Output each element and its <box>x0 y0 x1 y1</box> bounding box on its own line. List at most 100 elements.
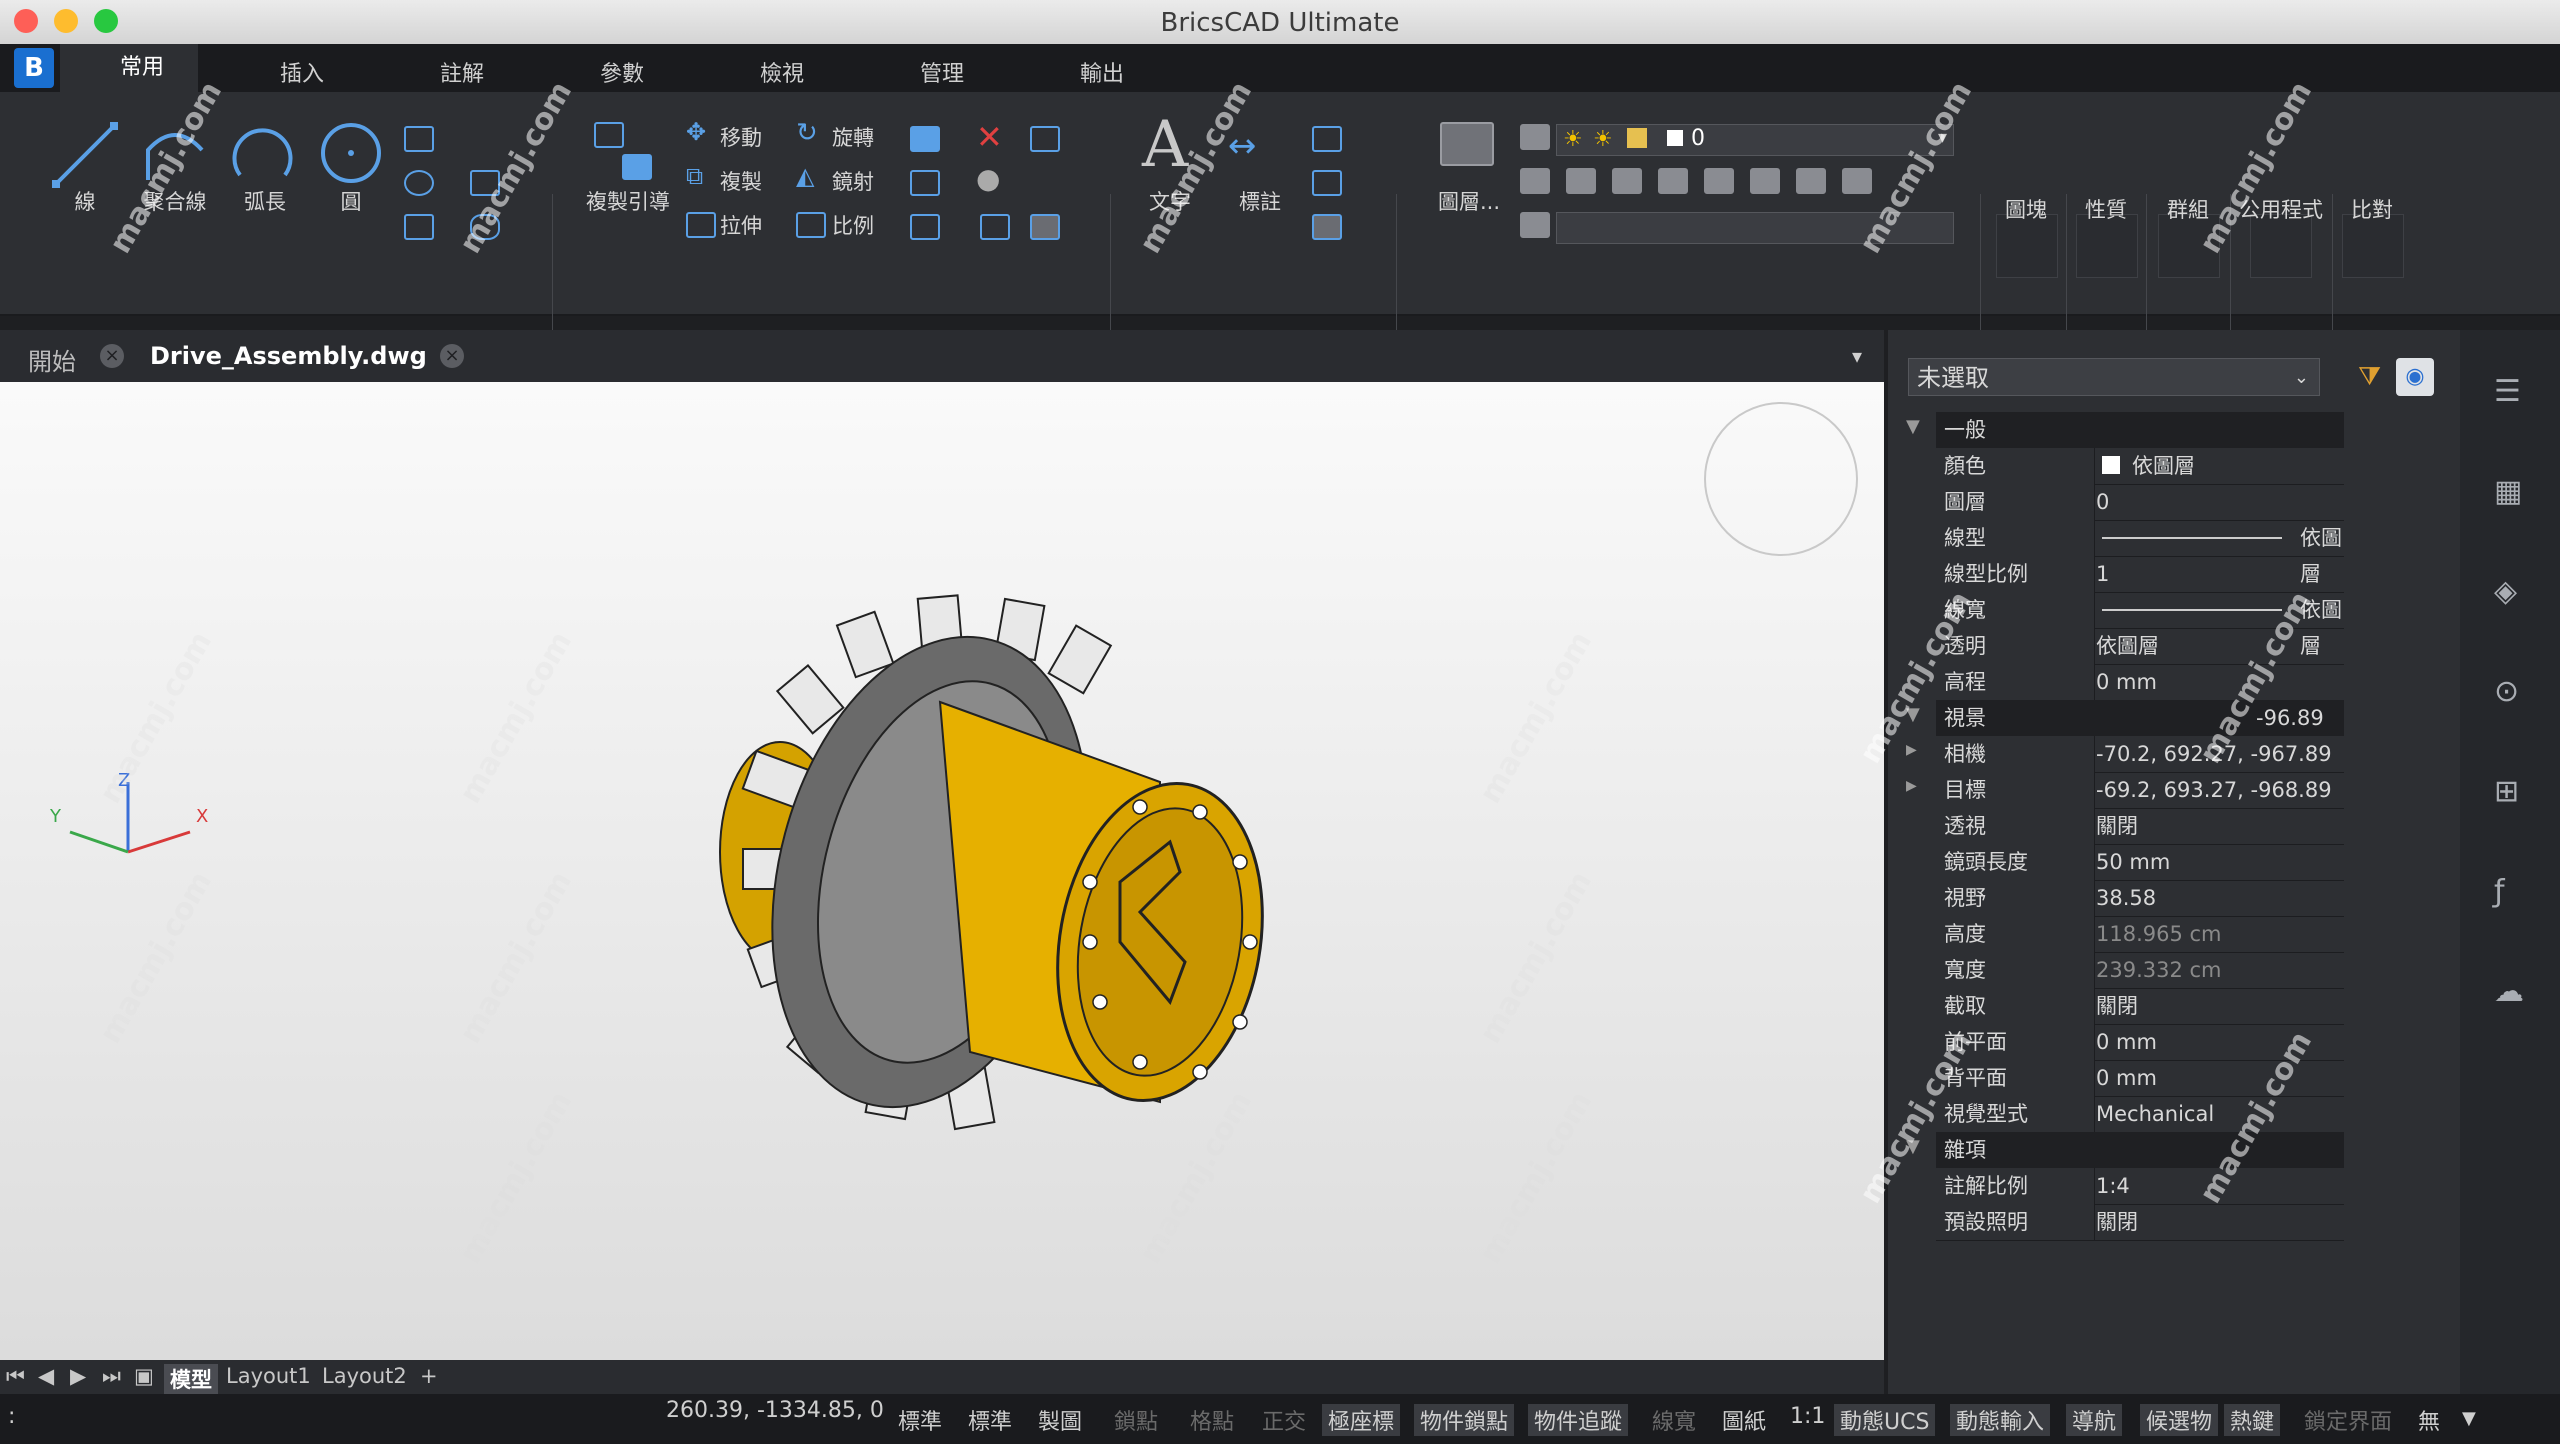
category-general[interactable]: 一般 <box>1936 412 2344 448</box>
layer-tool-icon[interactable] <box>1704 168 1734 194</box>
block-panel-button[interactable]: 圖塊 <box>1996 194 2056 224</box>
prop-row-field-of-view[interactable]: 視野 38.58 <box>1936 880 2344 917</box>
navigation-wheel[interactable] <box>1704 402 1858 556</box>
next-layout-icon[interactable]: ▶ <box>70 1364 86 1388</box>
cloud-upload-icon[interactable]: ☁ <box>2494 974 2524 1009</box>
erase-icon[interactable]: ✕ <box>976 118 1003 156</box>
copy-guide-button[interactable]: 複製引導 <box>578 186 678 216</box>
tab-output[interactable]: 輸出 <box>1080 56 1124 88</box>
tab-annotate[interactable]: 註解 <box>440 56 484 88</box>
arc-icon[interactable] <box>230 120 300 190</box>
prop-row-clipping[interactable]: 截取 關閉 <box>1936 988 2344 1025</box>
properties-sliders-icon[interactable]: ☰ <box>2494 374 2521 409</box>
hatch-icon[interactable] <box>404 214 434 240</box>
compare-panel-button[interactable]: 比對 <box>2342 194 2402 224</box>
status-ortho[interactable]: 正交 <box>1262 1404 1306 1436</box>
status-paper[interactable]: 圖紙 <box>1722 1404 1766 1436</box>
layer-tool-icon[interactable] <box>1520 212 1550 238</box>
status-otrack[interactable]: 物件追蹤 <box>1528 1404 1629 1436</box>
status-scale[interactable]: 1:1 <box>1790 1404 1825 1429</box>
drawing-explorer-icon[interactable]: ▦ <box>2494 474 2522 509</box>
model-viewport[interactable]: Z X Y <box>0 382 1884 1360</box>
tab-drive-assembly[interactable]: Drive_Assembly.dwg <box>150 342 427 370</box>
prop-row-perspective[interactable]: 透視 關閉 <box>1936 808 2344 845</box>
category-misc[interactable]: 雜項 <box>1936 1132 2344 1168</box>
status-navigation[interactable]: 導航 <box>2066 1404 2123 1436</box>
prop-row-annotation-scale[interactable]: 註解比例 1:4 <box>1936 1168 2344 1205</box>
chamfer-icon[interactable] <box>910 170 940 196</box>
status-lineweight[interactable]: 線寬 <box>1652 1404 1696 1436</box>
status-polar[interactable]: 極座標 <box>1322 1404 1401 1436</box>
circle-button[interactable]: 圓 <box>326 186 376 216</box>
parameters-icon[interactable]: ƒ <box>2494 874 2505 909</box>
prop-row-linetype[interactable]: 線型 依圖層 <box>1936 520 2344 586</box>
first-layout-icon[interactable]: ⏮ <box>6 1364 25 1389</box>
status-snap[interactable]: 鎖點 <box>1114 1404 1158 1436</box>
expand-camera-icon[interactable]: ▶ <box>1906 742 1917 758</box>
draworder-icon[interactable] <box>1030 214 1060 240</box>
last-layout-icon[interactable]: ⏭ <box>102 1364 121 1389</box>
move-button[interactable]: 移動 <box>720 122 762 152</box>
prev-layout-icon[interactable]: ◀ <box>38 1364 54 1388</box>
close-icon[interactable]: × <box>440 344 464 368</box>
line-button[interactable]: 線 <box>60 186 110 216</box>
layer-tool-icon[interactable] <box>1612 168 1642 194</box>
app-menu-button[interactable]: B <box>14 48 54 88</box>
prop-row-camera[interactable]: 相機 -70.2, 692.27, -967.89 <box>1936 736 2344 773</box>
tab-view[interactable]: 檢視 <box>760 56 804 88</box>
prop-row-elevation[interactable]: 高程 0 mm <box>1936 664 2344 701</box>
add-layout-button[interactable]: + <box>420 1364 438 1388</box>
rotate-button[interactable]: 旋轉 <box>832 122 874 152</box>
filter-icon[interactable]: ⧩ <box>2358 362 2381 393</box>
prop-row-default-lighting[interactable]: 預設照明 關閉 <box>1936 1204 2344 1241</box>
prop-row-linetype-scale[interactable]: 線型比例 1 <box>1936 556 2344 593</box>
prop-row-color[interactable]: 顏色 依圖層 <box>1936 448 2344 485</box>
tab-start[interactable]: 開始 <box>28 342 76 377</box>
prop-row-layer[interactable]: 圖層 0 <box>1936 484 2344 521</box>
explode-icon[interactable]: ● <box>976 162 1000 195</box>
array-icon[interactable] <box>910 214 940 240</box>
tab-layout1[interactable]: Layout1 <box>226 1364 311 1388</box>
layer-dropdown[interactable]: ☀ ☀ 0 ▾ <box>1556 124 1954 156</box>
arc-button[interactable]: 弧長 <box>230 186 300 216</box>
expand-target-icon[interactable]: ▶ <box>1906 778 1917 794</box>
status-text-style[interactable]: 標準 <box>898 1404 942 1436</box>
tab-home[interactable]: 常用 <box>60 44 199 92</box>
linear-dim-icon[interactable] <box>1312 126 1342 152</box>
leader-icon[interactable] <box>1312 170 1342 196</box>
edit-icon[interactable] <box>1030 126 1060 152</box>
quick-select-icon[interactable]: ◉ <box>2396 358 2434 396</box>
layer-tool-icon[interactable] <box>1566 168 1596 194</box>
offset-icon[interactable] <box>980 214 1010 240</box>
line-icon[interactable] <box>50 120 120 190</box>
prop-row-lens-length[interactable]: 鏡頭長度 50 mm <box>1936 844 2344 881</box>
properties-panel-button[interactable]: 性質 <box>2076 194 2136 224</box>
tab-model[interactable]: 模型 <box>164 1364 218 1394</box>
layer-states-icon[interactable] <box>1520 124 1550 150</box>
selection-dropdown[interactable]: 未選取 ⌄ <box>1908 358 2320 396</box>
lock-icon[interactable]: ⊙ <box>2494 674 2519 709</box>
fillet-icon[interactable] <box>910 126 940 152</box>
status-dim-style[interactable]: 標準 <box>968 1404 1012 1436</box>
layout-menu-icon[interactable]: ▣ <box>134 1364 154 1388</box>
status-lock-ui[interactable]: 鎖定界面 <box>2304 1404 2392 1436</box>
layer-tool-icon[interactable] <box>1658 168 1688 194</box>
layer-tool-icon[interactable] <box>1796 168 1826 194</box>
layer-tool-icon[interactable] <box>1520 168 1550 194</box>
ellipse-icon[interactable] <box>404 170 434 196</box>
layers-icon[interactable]: ◈ <box>2494 574 2517 609</box>
category-view[interactable]: 視景 -96.89 <box>1936 700 2344 736</box>
tab-insert[interactable]: 插入 <box>280 56 324 88</box>
command-prompt-marker[interactable]: : <box>8 1404 15 1429</box>
tab-manage[interactable]: 管理 <box>920 56 964 88</box>
structure-tree-icon[interactable]: ⊞ <box>2494 774 2519 809</box>
rectangle-icon[interactable] <box>404 126 434 152</box>
status-grid[interactable]: 格點 <box>1190 1404 1234 1436</box>
prop-row-target[interactable]: 目標 -69.2, 693.27, -968.89 <box>1936 772 2344 809</box>
tab-list-chevron-icon[interactable]: ▾ <box>1852 344 1862 368</box>
tab-parametric[interactable]: 參數 <box>600 56 644 88</box>
status-menu-chevron-icon[interactable]: ▼ <box>2462 1408 2476 1429</box>
status-hotkeys[interactable]: 熱鍵 <box>2224 1404 2281 1436</box>
status-dynamic-input[interactable]: 動態輸入 <box>1950 1404 2051 1436</box>
layer-tool-icon[interactable] <box>1750 168 1780 194</box>
